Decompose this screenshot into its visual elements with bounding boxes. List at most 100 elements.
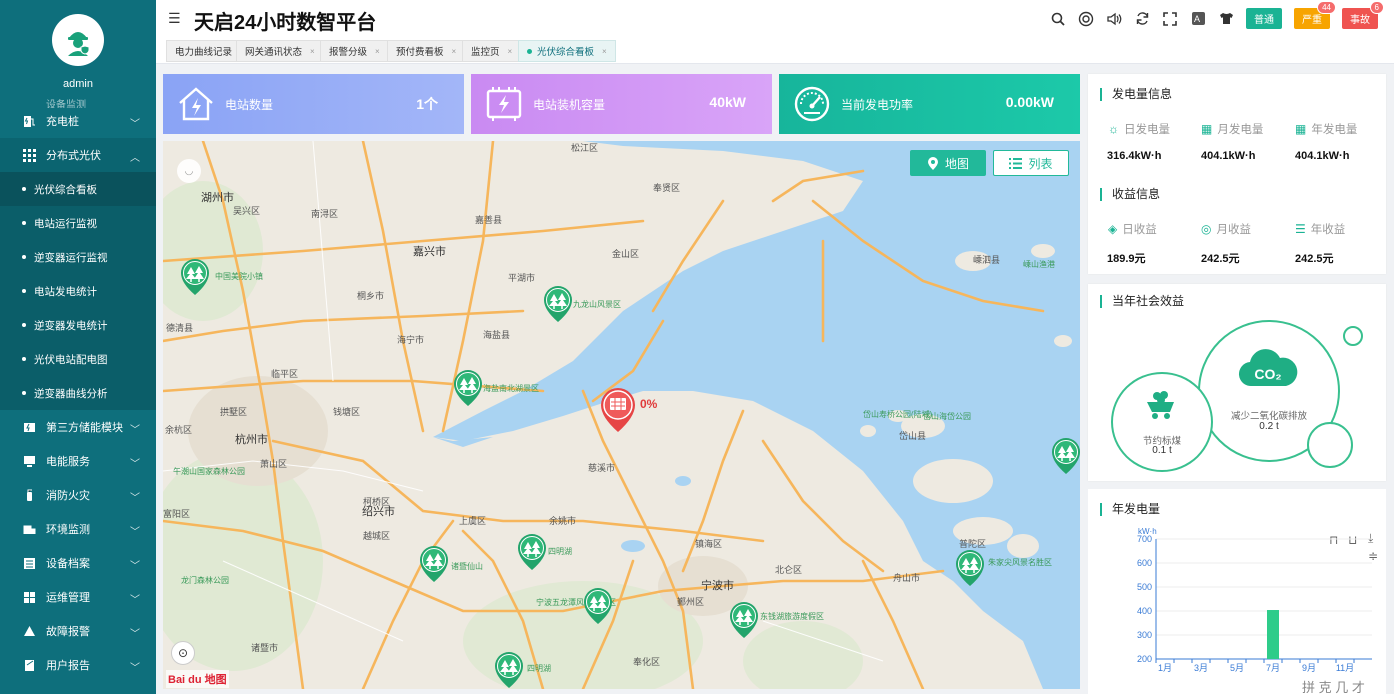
chevron-down-icon: ﹀: [130, 595, 140, 606]
yearly-generation-chart: kW·h2003004005006007001月 3月 5月 7月 9月 11月: [1137, 527, 1372, 673]
volume-icon[interactable]: [1106, 11, 1122, 27]
chevron-down-icon: ﹀: [130, 629, 140, 640]
alarm-station-marker[interactable]: [599, 387, 637, 433]
sidebar-subitem-label: 光伏电站配电图: [34, 353, 108, 366]
sidebar-item-distributed-pv[interactable]: 分布式光伏 ︿: [0, 138, 156, 172]
map-view-button[interactable]: 地图: [910, 150, 986, 176]
map-place-label: 嵊泗县: [973, 255, 1001, 265]
map-place-label: 越城区: [363, 531, 391, 541]
chevron-down-icon: ﹀: [130, 493, 140, 504]
svg-text:CO₂: CO₂: [1254, 366, 1281, 382]
monthly-generation-label: ▦ 月发电量: [1201, 121, 1263, 137]
daily-income-value: 189.9元: [1107, 253, 1146, 265]
visibility-toggle-icon[interactable]: ◡: [177, 159, 201, 183]
money-bag-icon: ◎: [1201, 222, 1212, 236]
sidebar-item[interactable]: 电能服务 ﹀: [0, 444, 156, 478]
charging-pile-icon: [22, 114, 36, 128]
pv-station-marker[interactable]: [543, 285, 573, 323]
hamburger-menu-icon[interactable]: ☰: [168, 10, 181, 27]
map-place-label: 岱山县: [899, 431, 927, 441]
tab-power-curve[interactable]: 电力曲线记录: [166, 40, 242, 62]
map-place-label: 岱山寿桥公园(陆域): [863, 410, 933, 419]
tab-label: 预付费看板: [396, 47, 444, 58]
sidebar-item[interactable]: 环境监测 ﹀: [0, 512, 156, 546]
station-map[interactable]: ◡ 地图 列表 湖州市 吴兴区 南浔区 嘉善县 嘉兴市 平湖市 奉贤区 金山区 松江区 桐乡市 德清…: [163, 141, 1080, 689]
sidebar-subitem[interactable]: 电站运行监视: [0, 206, 156, 240]
refresh-icon[interactable]: [1134, 11, 1150, 27]
tab-pv-dashboard[interactable]: 光伏综合看板 ×: [518, 40, 616, 62]
pv-station-marker[interactable]: [729, 601, 759, 639]
locate-icon[interactable]: ⊙: [171, 641, 195, 665]
sidebar-item[interactable]: 第三方储能模块 ﹀: [0, 410, 156, 444]
bullet-dot: [22, 255, 26, 259]
pv-station-marker[interactable]: [1051, 437, 1080, 475]
tab-prepaid[interactable]: 预付费看板 ×: [387, 40, 466, 62]
pv-station-marker[interactable]: [453, 369, 483, 407]
tab-label: 监控页: [471, 47, 500, 58]
fullscreen-icon[interactable]: [1162, 11, 1178, 27]
sidebar-subitem[interactable]: 电站发电统计: [0, 274, 156, 308]
close-icon[interactable]: ×: [375, 47, 380, 56]
header: ☰ 天启24小时数智平台 A 普通 严重 44 事故 6: [156, 0, 1394, 38]
translate-icon[interactable]: A: [1190, 11, 1206, 27]
level-serious-button[interactable]: 严重 44: [1294, 1, 1336, 29]
tab-monitor[interactable]: 监控页 ×: [462, 40, 522, 62]
sidebar-item-label: 第三方储能模块: [46, 422, 123, 434]
theme-shirt-icon[interactable]: [1218, 11, 1234, 27]
sidebar-subitem[interactable]: 光伏电站配电图: [0, 342, 156, 376]
map-place-label: 临平区: [271, 369, 299, 379]
y-tick-label: 500: [1137, 582, 1152, 592]
map-place-label: 诸暨市: [251, 643, 279, 653]
sidebar-subitem-label: 电站运行监视: [34, 217, 97, 230]
monthly-generation-value: 404.1kW·h: [1201, 150, 1256, 162]
sidebar-subitem[interactable]: 逆变器曲线分析: [0, 376, 156, 410]
level-accident-button[interactable]: 事故 6: [1342, 1, 1384, 29]
map-place-label: 北仑区: [775, 565, 803, 575]
map-place-label: 四明湖: [548, 547, 572, 556]
list-view-label: 列表: [1028, 156, 1053, 171]
close-icon[interactable]: ×: [508, 47, 513, 56]
sidebar-item[interactable]: 用户报告 ﹀: [0, 648, 156, 682]
pv-station-marker[interactable]: [494, 651, 524, 689]
map-place-label: 德清县: [166, 323, 194, 333]
pv-station-marker[interactable]: [955, 549, 985, 587]
pv-station-marker[interactable]: [583, 587, 613, 625]
help-lifebuoy-icon[interactable]: [1078, 11, 1094, 27]
search-icon[interactable]: [1050, 11, 1066, 27]
close-icon[interactable]: ×: [310, 47, 315, 56]
active-dot: [527, 48, 532, 54]
sidebar-item[interactable]: 消防火灾 ﹀: [0, 478, 156, 512]
tab-alarm-levels[interactable]: 报警分级 ×: [320, 40, 389, 62]
pv-station-marker[interactable]: [517, 533, 547, 571]
map-place-label: 余杭区: [165, 425, 193, 435]
storage-icon: [22, 420, 36, 434]
map-place-label: 海盐县: [483, 330, 511, 340]
label-text: 年收益: [1310, 224, 1346, 236]
map-place-label: 杭州市: [235, 434, 268, 446]
grid-icon: [22, 148, 36, 162]
y-tick-label: 600: [1137, 558, 1152, 568]
map-place-label: 龙门森林公园: [181, 576, 229, 585]
sidebar-item[interactable]: 设备档案 ﹀: [0, 546, 156, 580]
pv-station-marker[interactable]: [419, 545, 449, 583]
tab-gateway-status[interactable]: 网关通讯状态 ×: [236, 40, 324, 62]
sidebar-item[interactable]: 故障报警 ﹀: [0, 614, 156, 648]
avatar[interactable]: [52, 14, 104, 66]
sidebar-subitem[interactable]: 光伏综合看板: [0, 172, 156, 206]
list-view-button[interactable]: 列表: [993, 150, 1069, 176]
sidebar-subitem[interactable]: 逆变器运行监视: [0, 240, 156, 274]
pv-station-marker[interactable]: [180, 258, 210, 296]
level-normal-button[interactable]: 普通: [1246, 8, 1282, 29]
sidebar-more-list: 第三方储能模块 ﹀ 电能服务 ﹀ 消防火灾 ﹀ 环境监测 ﹀ 设备档案 ﹀ 运维管理 ﹀ 故障报警 ﹀ 用户…: [0, 410, 156, 682]
chevron-down-icon: ﹀: [130, 561, 140, 572]
close-icon[interactable]: ×: [452, 47, 457, 56]
close-icon[interactable]: ×: [602, 47, 607, 56]
sidebar-subitem[interactable]: 逆变器发电统计: [0, 308, 156, 342]
user-profile[interactable]: admin: [0, 0, 156, 100]
tab-label: 电力曲线记录: [175, 47, 233, 58]
sidebar-item[interactable]: 运维管理 ﹀: [0, 580, 156, 614]
level-label: 普通: [1254, 15, 1274, 26]
archive-icon: [22, 556, 36, 570]
sidebar-item-charging-pile[interactable]: 充电桩 ﹀: [0, 104, 156, 138]
x-tick-label: 5月: [1230, 663, 1244, 673]
